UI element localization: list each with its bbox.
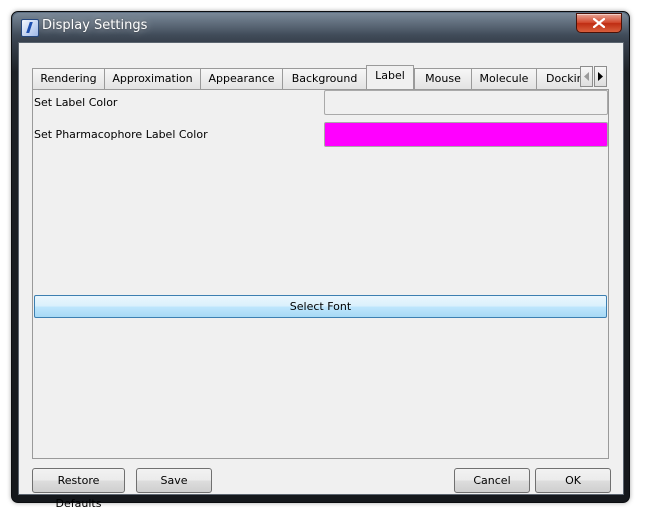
save-button[interactable]: Save [136,468,212,493]
tab-rendering[interactable]: Rendering [32,68,104,89]
dialog-client-area: Rendering Approximation Appearance Backg… [18,42,624,510]
tab-appearance[interactable]: Appearance [200,68,282,89]
tab-approximation[interactable]: Approximation [104,68,200,89]
close-icon [593,18,605,28]
tab-docking[interactable]: Docking [536,68,582,89]
tab-label[interactable]: Label [366,65,414,89]
ok-button[interactable]: OK [535,468,611,493]
pharmacophore-label-color-swatch[interactable] [324,122,608,147]
label-tab-panel: Set Label Color Set Pharmacophore Label … [32,89,609,459]
label-color-label: Set Label Color [34,96,118,109]
tab-strip: Rendering Approximation Appearance Backg… [32,65,582,89]
arrow-left-icon [584,72,589,81]
close-button[interactable] [576,13,622,33]
tab-mouse[interactable]: Mouse [414,68,471,89]
display-settings-window: Display Settings Rendering Approximation… [11,11,630,510]
tab-scroll-right-button[interactable] [594,66,607,87]
restore-defaults-button[interactable]: Restore Defaults [32,468,125,510]
pharmacophore-label-color-label: Set Pharmacophore Label Color [34,128,208,141]
tab-scroll-left-button[interactable] [580,66,593,87]
arrow-right-icon [598,72,603,81]
select-font-button[interactable]: Select Font [34,295,607,318]
window-title: Display Settings [42,18,148,33]
cancel-button[interactable]: Cancel [454,468,530,493]
app-icon [21,19,39,37]
tab-molecule[interactable]: Molecule [471,68,536,89]
tab-background[interactable]: Background [282,68,366,89]
title-bar[interactable]: Display Settings [12,12,629,42]
label-color-swatch[interactable] [324,90,608,115]
